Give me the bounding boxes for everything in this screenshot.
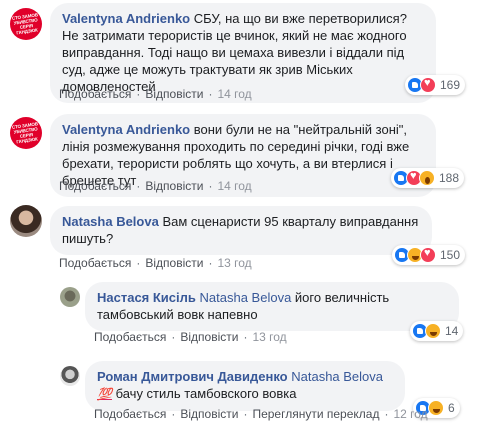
- wow-reaction-icon: [419, 170, 435, 186]
- separator-dot: ·: [136, 179, 141, 193]
- reaction-count: 6: [448, 401, 455, 415]
- comment-bubble: Настася Кисіль Natasha Belova його велич…: [85, 282, 459, 331]
- comment-timestamp[interactable]: 13 год: [217, 256, 251, 270]
- comment: Natasha Belova Вам сценаристи 95 квартал…: [0, 198, 492, 278]
- comment-author[interactable]: Настася Кисіль: [97, 290, 196, 305]
- separator-dot: ·: [136, 256, 141, 270]
- comment-actions: Подобається · Відповісти · 13 год: [94, 330, 287, 344]
- separator-dot: ·: [171, 330, 176, 344]
- reaction-count: 188: [439, 171, 460, 185]
- reaction-summary[interactable]: 169: [405, 75, 466, 95]
- separator-dot: ·: [208, 179, 213, 193]
- reaction-count: 150: [440, 248, 461, 262]
- comment-actions: Подобається · Відповісти · 14 год: [59, 179, 252, 193]
- avatar[interactable]: СТО ЗАМОВ УБИВСТВО СЕРІЯ ГАНДЗЮК: [10, 117, 42, 149]
- reply-comment: Настася Кисіль Natasha Belova його велич…: [0, 278, 492, 358]
- separator-dot: ·: [171, 407, 176, 421]
- reply-link[interactable]: Відповісти: [180, 407, 238, 421]
- avatar[interactable]: [10, 205, 42, 237]
- reply-link[interactable]: Відповісти: [145, 87, 203, 101]
- comment-author[interactable]: Роман Дмитрович Давиденко: [97, 369, 288, 384]
- reply-link[interactable]: Відповісти: [145, 256, 203, 270]
- reaction-summary[interactable]: 150: [392, 245, 466, 265]
- comment-text: бачу стиль тамбовского вовка: [115, 386, 297, 401]
- reaction-summary[interactable]: 14: [410, 321, 464, 341]
- mention-link[interactable]: Natasha Belova: [200, 290, 292, 305]
- reaction-summary[interactable]: 188: [391, 168, 465, 188]
- comment-author[interactable]: Natasha Belova: [62, 214, 159, 229]
- avatar[interactable]: [60, 287, 80, 307]
- love-reaction-icon: [420, 77, 436, 93]
- avatar-logo-text: СТО ЗАМОВ УБИВСТВО СЕРІЯ ГАНДЗЮК: [11, 121, 39, 145]
- separator-dot: ·: [208, 87, 213, 101]
- like-link[interactable]: Подобається: [59, 87, 131, 101]
- comment-bubble: Natasha Belova Вам сценаристи 95 квартал…: [50, 206, 432, 255]
- comment-author[interactable]: Valentyna Andrienko: [62, 122, 190, 137]
- reply-link[interactable]: Відповісти: [145, 179, 203, 193]
- separator-dot: ·: [243, 407, 248, 421]
- separator-dot: ·: [243, 330, 248, 344]
- comment-actions: Подобається · Відповісти · 13 год: [59, 256, 252, 270]
- mention-link[interactable]: Natasha Belova: [291, 369, 383, 384]
- comment-author[interactable]: Valentyna Andrienko: [62, 11, 190, 26]
- comment: СТО ЗАМОВ УБИВСТВО СЕРІЯ ГАНДЗЮК Valenty…: [0, 110, 492, 198]
- reply-link[interactable]: Відповісти: [180, 330, 238, 344]
- comment-timestamp[interactable]: 14 год: [217, 87, 251, 101]
- like-link[interactable]: Подобається: [94, 330, 166, 344]
- haha-reaction-icon: [428, 400, 444, 416]
- avatar[interactable]: [60, 366, 80, 386]
- see-translation-link[interactable]: Переглянути переклад: [252, 407, 379, 421]
- like-link[interactable]: Подобається: [59, 256, 131, 270]
- reply-comment: Роман Дмитрович Давиденко Natasha Belova…: [0, 358, 492, 438]
- like-link[interactable]: Подобається: [94, 407, 166, 421]
- hundred-points-emoji: 💯: [97, 387, 112, 401]
- comment-timestamp[interactable]: 13 год: [252, 330, 286, 344]
- reaction-count: 169: [440, 78, 461, 92]
- avatar-logo-text: СТО ЗАМОВ УБИВСТВО СЕРІЯ ГАНДЗЮК: [11, 12, 39, 36]
- separator-dot: ·: [208, 256, 213, 270]
- reaction-count: 14: [445, 324, 459, 338]
- separator-dot: ·: [384, 407, 389, 421]
- avatar[interactable]: СТО ЗАМОВ УБИВСТВО СЕРІЯ ГАНДЗЮК: [10, 8, 42, 40]
- haha-reaction-icon: [425, 323, 441, 339]
- comment-timestamp[interactable]: 12 год: [393, 407, 427, 421]
- comment: СТО ЗАМОВ УБИВСТВО СЕРІЯ ГАНДЗЮК Valenty…: [0, 0, 492, 110]
- comment-bubble: Роман Дмитрович Давиденко Natasha Belova…: [85, 361, 405, 411]
- comment-timestamp[interactable]: 14 год: [217, 179, 251, 193]
- comment-actions: Подобається · Відповісти · 14 год: [59, 87, 252, 101]
- comment-actions: Подобається · Відповісти · Переглянути перек…: [94, 407, 428, 421]
- like-link[interactable]: Подобається: [59, 179, 131, 193]
- separator-dot: ·: [136, 87, 141, 101]
- love-reaction-icon: [420, 247, 436, 263]
